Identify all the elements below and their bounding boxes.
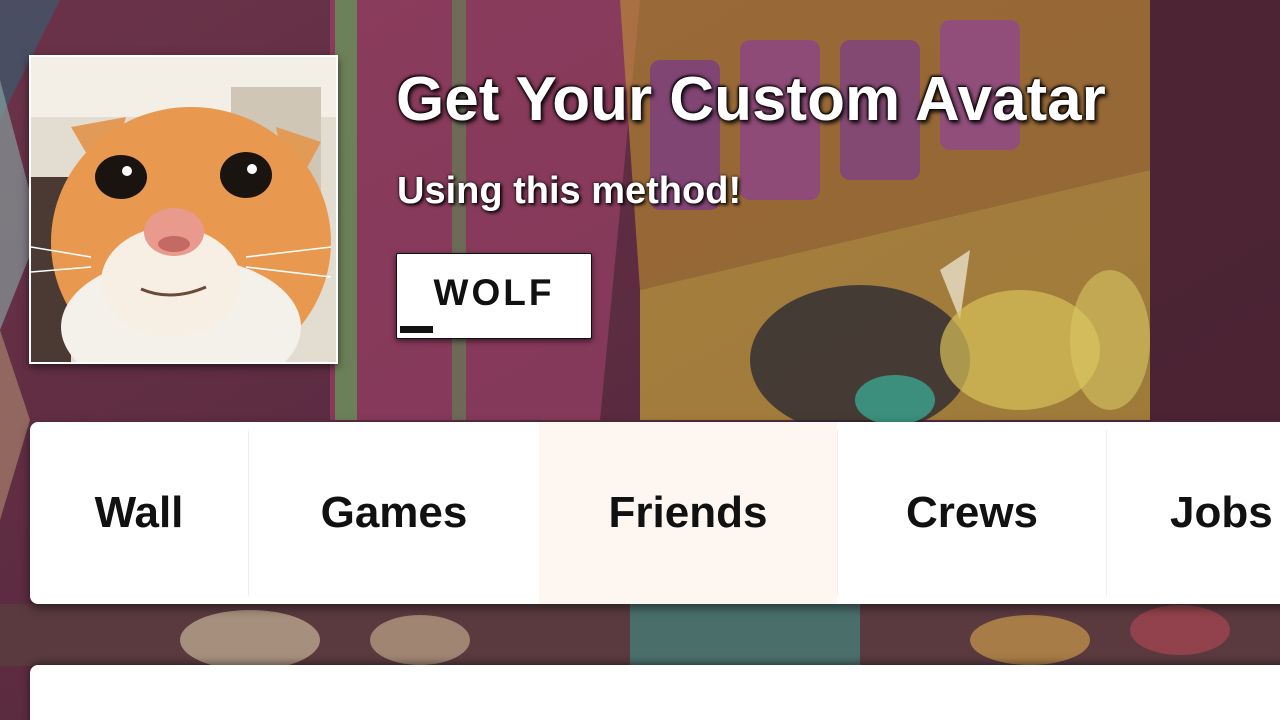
tab-friends-label: Friends	[608, 488, 768, 537]
tab-wall[interactable]: Wall	[30, 422, 248, 604]
tab-games[interactable]: Games	[249, 422, 539, 604]
profile-tab-bar: Wall Games Friends Crews Jobs	[30, 422, 1280, 604]
avatar[interactable]	[29, 55, 338, 364]
cat-photo-icon	[31, 57, 336, 362]
page-title: Get Your Custom Avatar	[396, 65, 1106, 134]
text-cursor	[400, 326, 433, 333]
profile-screen: Get Your Custom Avatar Using this method…	[0, 0, 1280, 720]
tab-crews-label: Crews	[905, 488, 1039, 537]
username-field[interactable]: WOLF	[396, 253, 592, 339]
username-label: WOLF	[433, 272, 555, 313]
tab-friends[interactable]: Friends	[539, 422, 837, 604]
tab-crews[interactable]: Crews	[838, 422, 1106, 604]
tab-jobs-label: Jobs	[1170, 488, 1273, 537]
tab-jobs[interactable]: Jobs	[1107, 422, 1280, 604]
page-subtitle: Using this method!	[397, 170, 742, 212]
tab-wall-label: Wall	[94, 488, 184, 537]
tab-games-label: Games	[320, 488, 468, 537]
content-panel	[30, 665, 1280, 720]
